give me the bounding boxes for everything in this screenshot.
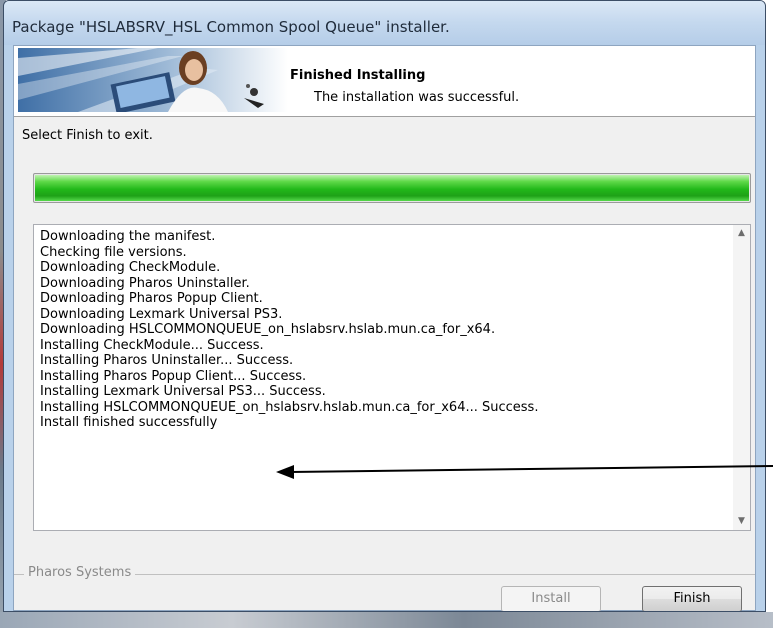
scroll-up-arrow-icon[interactable]: ▲ xyxy=(733,225,750,242)
banner-image xyxy=(18,48,288,112)
banner-subheading: The installation was successful. xyxy=(314,90,520,105)
log-line: Installing CheckModule... Success. xyxy=(40,337,264,353)
desktop-background-bottom xyxy=(0,612,773,628)
vendor-group-label: Pharos Systems xyxy=(24,565,136,580)
installer-window: Package "HSLABSRV_HSL Common Spool Queue… xyxy=(3,0,766,612)
log-line: Installing Lexmark Universal PS3... Succ… xyxy=(40,384,326,399)
log-line: Installing Pharos Uninstaller... Success… xyxy=(40,353,294,368)
log-line: Downloading the manifest. xyxy=(40,229,216,244)
finish-button[interactable]: Finish xyxy=(642,586,742,611)
log-line: Checking file versions. xyxy=(40,244,187,260)
log-line: Downloading CheckModule. xyxy=(40,260,221,275)
install-log-textbox[interactable]: Downloading the manifest. Checking file v… xyxy=(33,224,751,531)
log-line: Downloading Pharos Popup Client. xyxy=(40,291,263,306)
log-scrollbar[interactable]: ▲ ▼ xyxy=(733,225,750,530)
status-instruction: Select Finish to exit. xyxy=(22,128,153,143)
pointer-arrow-icon xyxy=(276,465,773,479)
install-progress-bar xyxy=(33,173,751,203)
install-button[interactable]: Install xyxy=(501,586,601,611)
log-line: Install finished successfully xyxy=(40,415,218,430)
banner-heading: Finished Installing xyxy=(290,68,426,83)
window-client-area: Finished Installing The installation was… xyxy=(13,45,756,611)
log-line: Downloading HSLCOMMONQUEUE_on_hslabsrv.h… xyxy=(40,322,496,337)
title-bar[interactable]: Package "HSLABSRV_HSL Common Spool Queue… xyxy=(4,1,765,45)
log-line: Installing Pharos Popup Client... Succes… xyxy=(40,368,307,384)
scroll-down-arrow-icon[interactable]: ▼ xyxy=(733,513,750,530)
log-line: Downloading Lexmark Universal PS3. xyxy=(40,306,283,322)
log-line: Downloading Pharos Uninstaller. xyxy=(40,275,250,291)
log-line: Installing HSLCOMMONQUEUE_on_hslabsrv.hs… xyxy=(40,399,539,415)
header-banner: Finished Installing The installation was… xyxy=(14,46,755,117)
progress-fill xyxy=(35,175,749,201)
log-lines: Downloading the manifest. Checking file v… xyxy=(40,229,538,431)
window-title: Package "HSLABSRV_HSL Common Spool Queue… xyxy=(12,18,450,36)
